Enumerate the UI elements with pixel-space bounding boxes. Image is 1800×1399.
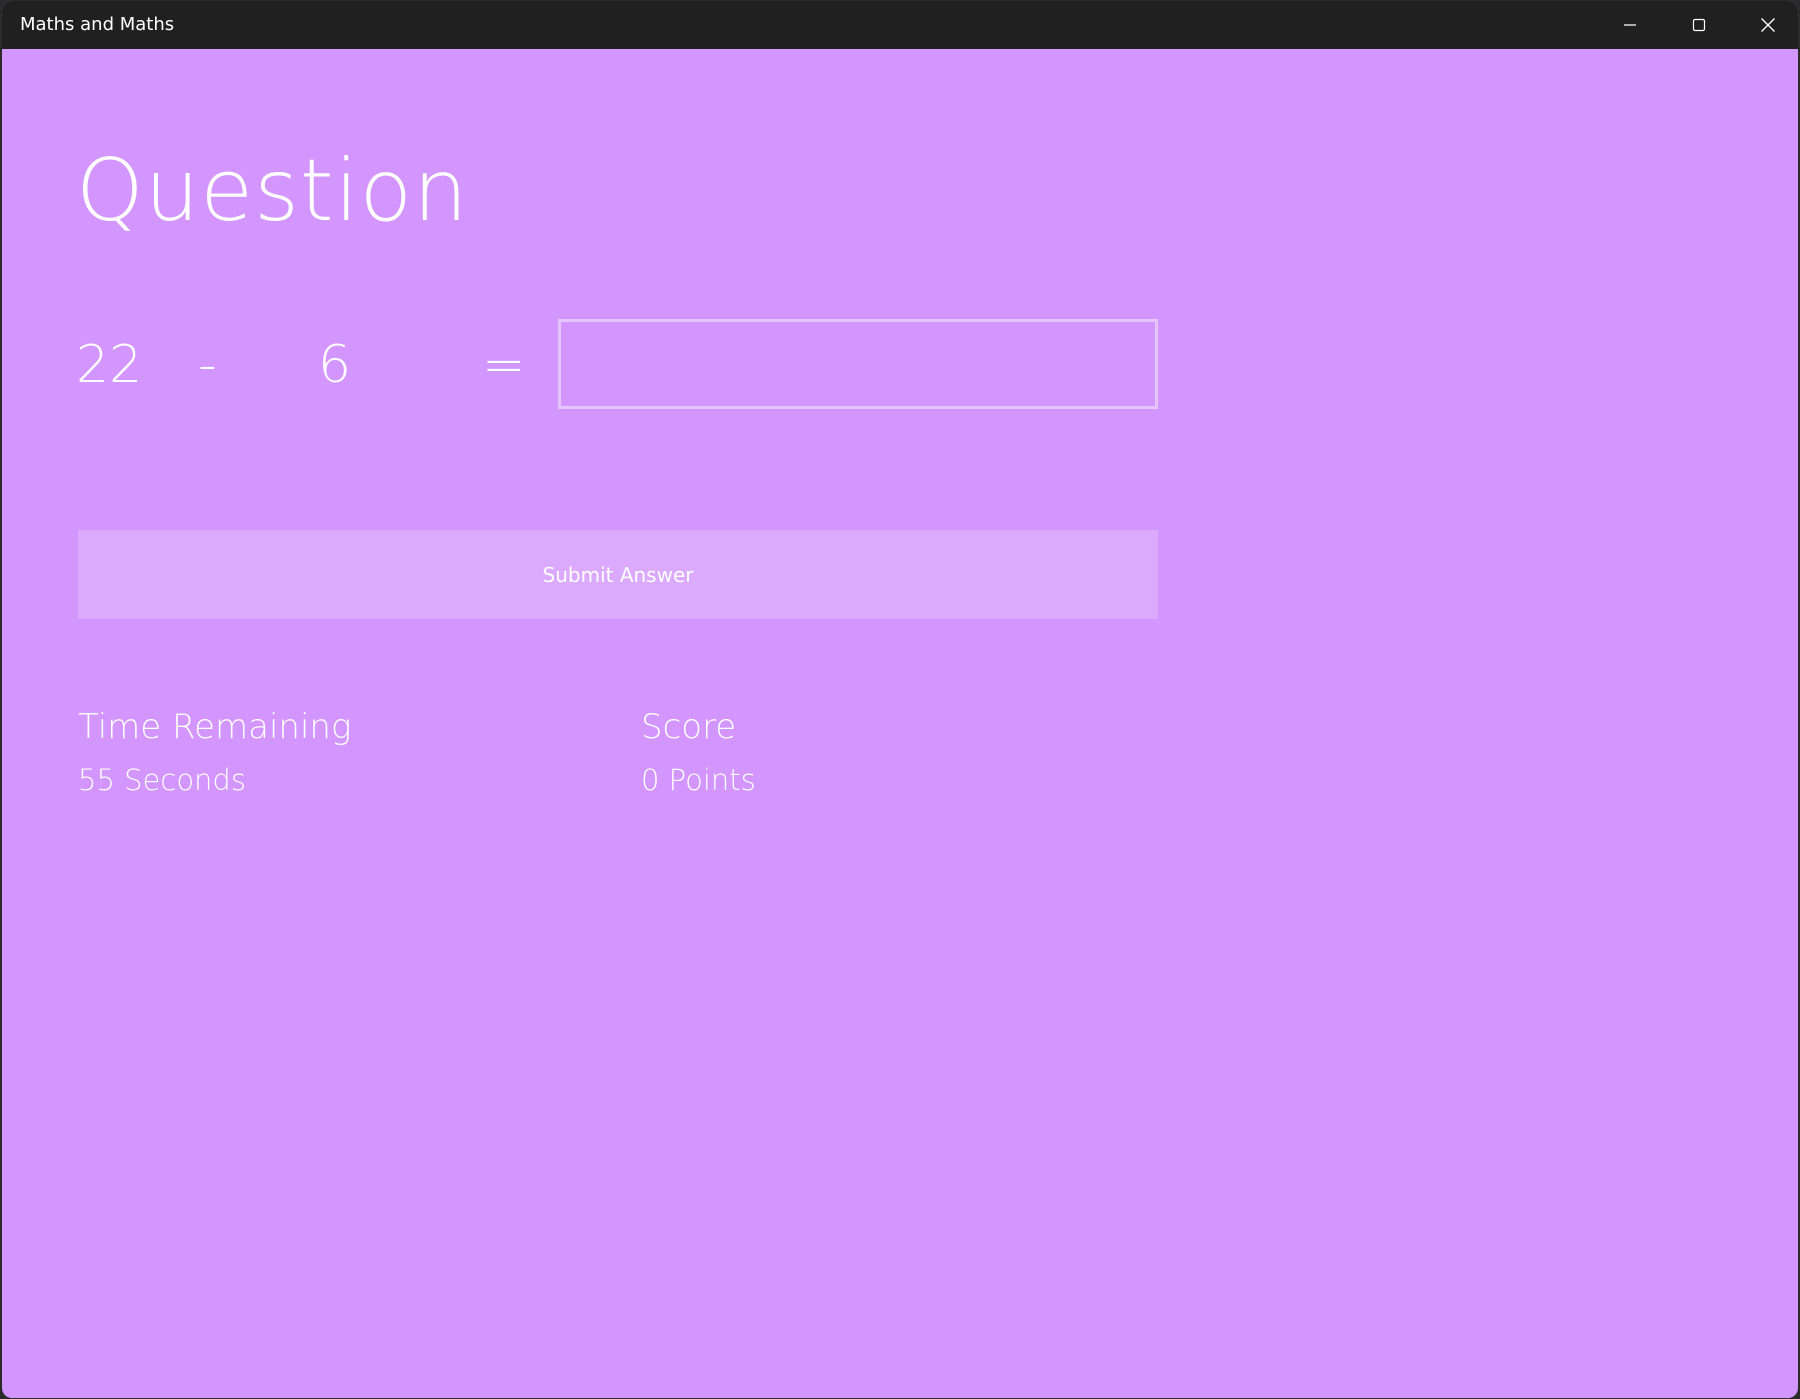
score-value: 0 Points [641,763,756,797]
equals-sign: = [482,335,526,395]
maximize-button[interactable] [1664,1,1733,49]
time-remaining-value: 55 Seconds [78,763,246,797]
maximize-icon [1692,18,1706,32]
submit-button-label: Submit Answer [542,562,694,587]
operand-b: 6 [318,335,352,395]
main-content: Question 22 - 6 = Submit Answer Time Rem… [2,49,1798,1398]
close-icon [1760,17,1776,33]
score-label: Score [641,707,737,747]
app-window: Maths and Maths Question 22 - 6 = Submit… [2,1,1798,1398]
title-bar[interactable]: Maths and Maths [2,1,1798,49]
minimize-button[interactable] [1595,1,1664,49]
window-title: Maths and Maths [20,14,175,35]
page-title: Question [76,141,469,241]
operand-a: 22 [76,335,143,395]
time-remaining-label: Time Remaining [78,707,352,747]
minimize-icon [1623,18,1637,32]
close-button[interactable] [1733,1,1798,49]
answer-input[interactable] [558,319,1158,409]
operator: - [198,335,217,395]
submit-answer-button[interactable]: Submit Answer [78,530,1158,619]
